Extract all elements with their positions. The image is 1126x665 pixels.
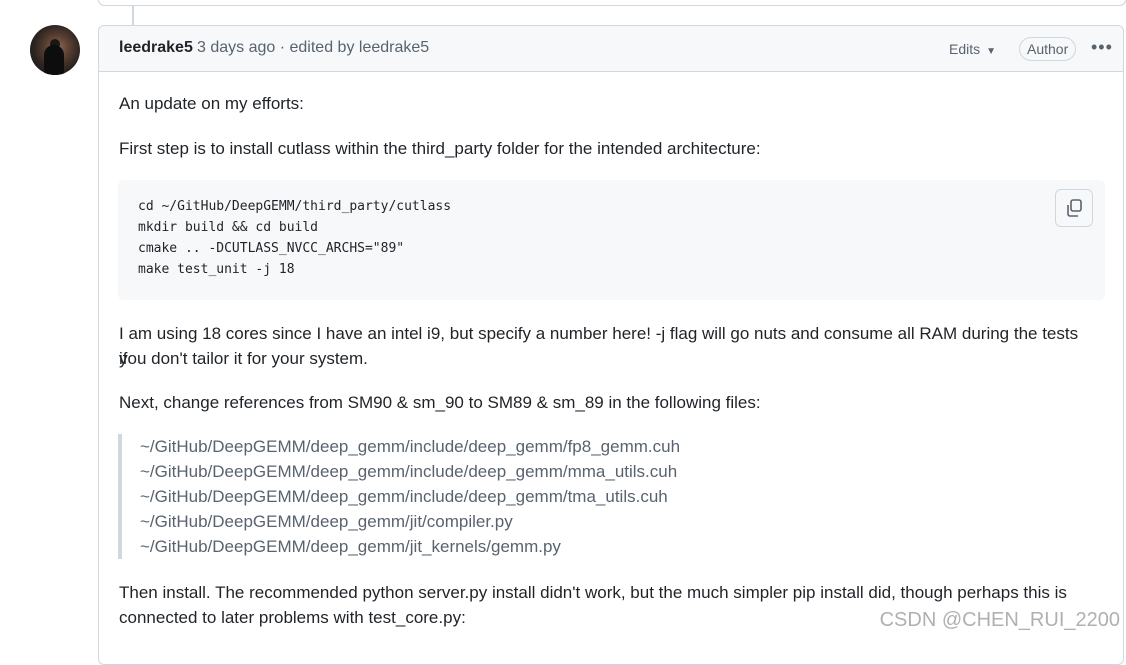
edits-label: Edits — [949, 41, 981, 57]
file-path: ~/GitHub/DeepGEMM/deep_gemm/include/deep… — [140, 437, 681, 456]
previous-comment-box — [98, 0, 1126, 6]
file-path: ~/GitHub/DeepGEMM/deep_gemm/jit_kernels/… — [140, 537, 561, 556]
avatar-figure-shape — [44, 45, 64, 75]
author-badge: Author — [1019, 37, 1077, 61]
author-link[interactable]: leedrake5 — [119, 39, 193, 57]
kebab-horizontal-icon[interactable]: ••• — [1091, 37, 1113, 58]
comment-meta[interactable]: 3 days ago · edited by leedrake5 — [197, 39, 429, 57]
file-list-blockquote: ~/GitHub/DeepGEMM/deep_gemm/include/deep… — [118, 434, 1082, 559]
paragraph-cores-line2: you don't tailor it for your system. — [119, 349, 368, 368]
file-path: ~/GitHub/DeepGEMM/deep_gemm/include/deep… — [140, 462, 678, 481]
edits-dropdown[interactable]: Edits ▼ — [949, 41, 996, 57]
paragraph-update: An update on my efforts: — [119, 94, 304, 113]
copy-icon — [1067, 199, 1082, 217]
file-path: ~/GitHub/DeepGEMM/deep_gemm/include/deep… — [140, 487, 668, 506]
watermark: CSDN @CHEN_RUI_2200 — [879, 609, 1120, 631]
avatar[interactable] — [30, 25, 80, 75]
code-line: make test_unit -j 18 — [138, 262, 295, 277]
file-path: ~/GitHub/DeepGEMM/deep_gemm/jit/compiler… — [140, 512, 513, 531]
copy-button[interactable] — [1055, 189, 1093, 227]
code-line: cd ~/GitHub/DeepGEMM/third_party/cutlass — [138, 199, 452, 214]
timeline-connector — [132, 5, 134, 25]
paragraph-first-step: First step is to install cutlass within … — [119, 139, 761, 158]
code-block: cd ~/GitHub/DeepGEMM/third_party/cutlass… — [118, 180, 1105, 300]
paragraph-install-line1: Then install. The recommended python ser… — [119, 583, 1067, 602]
caret-down-icon: ▼ — [986, 46, 997, 57]
paragraph-next: Next, change references from SM90 & sm_9… — [119, 393, 761, 412]
comment-card: leedrake5 3 days ago · edited by leedrak… — [98, 25, 1124, 665]
code-line: cmake .. -DCUTLASS_NVCC_ARCHS="89" — [138, 241, 405, 256]
code-line: mkdir build && cd build — [138, 220, 319, 235]
comment-header: leedrake5 3 days ago · edited by leedrak… — [99, 26, 1123, 72]
